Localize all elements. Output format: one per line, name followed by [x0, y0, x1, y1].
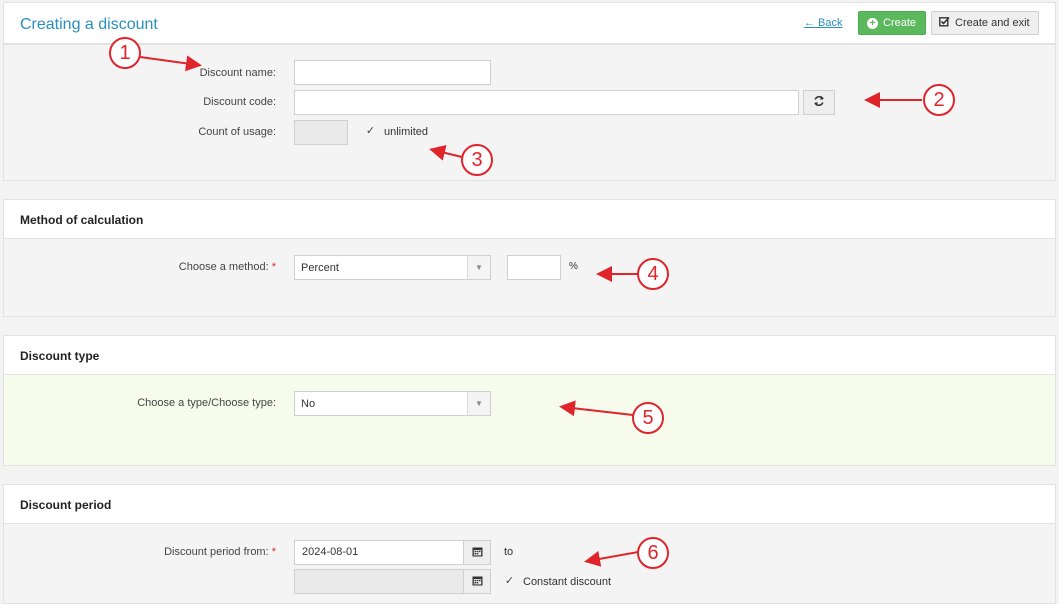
from-date-picker-button[interactable]: [463, 540, 491, 565]
refresh-icon: [813, 95, 825, 110]
method-select[interactable]: Percent ▼: [294, 255, 491, 280]
discount-period-section: Discount period Discount period from: * …: [3, 484, 1056, 604]
method-select-value: Percent: [301, 262, 339, 274]
constant-discount-label: Constant discount: [523, 576, 612, 588]
discount-code-input[interactable]: [294, 90, 799, 115]
create-button-label: Create: [883, 17, 917, 29]
caret-down-icon: ▼: [467, 256, 490, 279]
required-marker: *: [271, 546, 276, 558]
annotation-marker-6: 6: [637, 537, 669, 569]
back-link[interactable]: ← Back: [804, 17, 843, 29]
create-and-exit-button[interactable]: Create and exit: [931, 11, 1039, 35]
discount-name-input[interactable]: [294, 60, 491, 85]
discount-type-body: Choose a type/Choose type: No ▼: [4, 375, 1055, 465]
period-to-label: to: [504, 546, 514, 558]
count-of-usage-input[interactable]: [294, 120, 348, 145]
period-from-label: Discount period from: *: [4, 546, 276, 558]
percent-unit: %: [569, 261, 578, 272]
general-section: Discount name: Discount code: Count of u…: [3, 44, 1056, 181]
discount-period-heading: Discount period: [4, 485, 1055, 524]
check-square-icon: [939, 16, 950, 30]
period-to-input[interactable]: [294, 569, 464, 594]
required-marker: *: [271, 261, 276, 273]
annotation-marker-2: 2: [923, 84, 955, 116]
annotation-marker-5: 5: [632, 402, 664, 434]
annotation-marker-3: 3: [461, 144, 493, 176]
calendar-icon: [472, 575, 483, 589]
unlimited-label: unlimited: [384, 126, 429, 138]
constant-discount-checkbox[interactable]: ✓: [503, 575, 516, 588]
type-select[interactable]: No ▼: [294, 391, 491, 416]
page-header: Creating a discount ← Back + Create Crea…: [3, 2, 1056, 44]
count-of-usage-label: Count of usage:: [198, 126, 276, 138]
discount-type-section: Discount type Choose a type/Choose type:…: [3, 335, 1056, 466]
generate-code-button[interactable]: [803, 90, 835, 115]
discount-code-label: Discount code:: [203, 96, 276, 108]
choose-method-label: Choose a method: *: [4, 261, 276, 273]
annotation-marker-4: 4: [637, 258, 669, 290]
unlimited-checkbox[interactable]: ✓: [364, 125, 377, 138]
discount-type-heading: Discount type: [4, 336, 1055, 375]
page-title: Creating a discount: [20, 16, 158, 33]
method-heading: Method of calculation: [4, 200, 1055, 239]
type-select-value: No: [301, 398, 316, 410]
calendar-icon: [472, 546, 483, 560]
to-date-picker-button[interactable]: [463, 569, 491, 594]
discount-amount-input[interactable]: [507, 255, 561, 280]
choose-method-text: Choose a method:: [178, 261, 269, 273]
method-section: Method of calculation Choose a method: *…: [3, 199, 1056, 317]
discount-name-label: Discount name:: [199, 67, 276, 79]
period-from-input[interactable]: 2024-08-01: [294, 540, 464, 565]
choose-type-label: Choose a type/Choose type:: [137, 397, 276, 409]
period-from-text: Discount period from:: [164, 546, 269, 558]
create-button[interactable]: + Create: [858, 11, 926, 35]
caret-down-icon: ▼: [467, 392, 490, 415]
create-and-exit-label: Create and exit: [955, 17, 1030, 29]
plus-circle-icon: +: [867, 17, 878, 29]
annotation-marker-1: 1: [109, 37, 141, 69]
